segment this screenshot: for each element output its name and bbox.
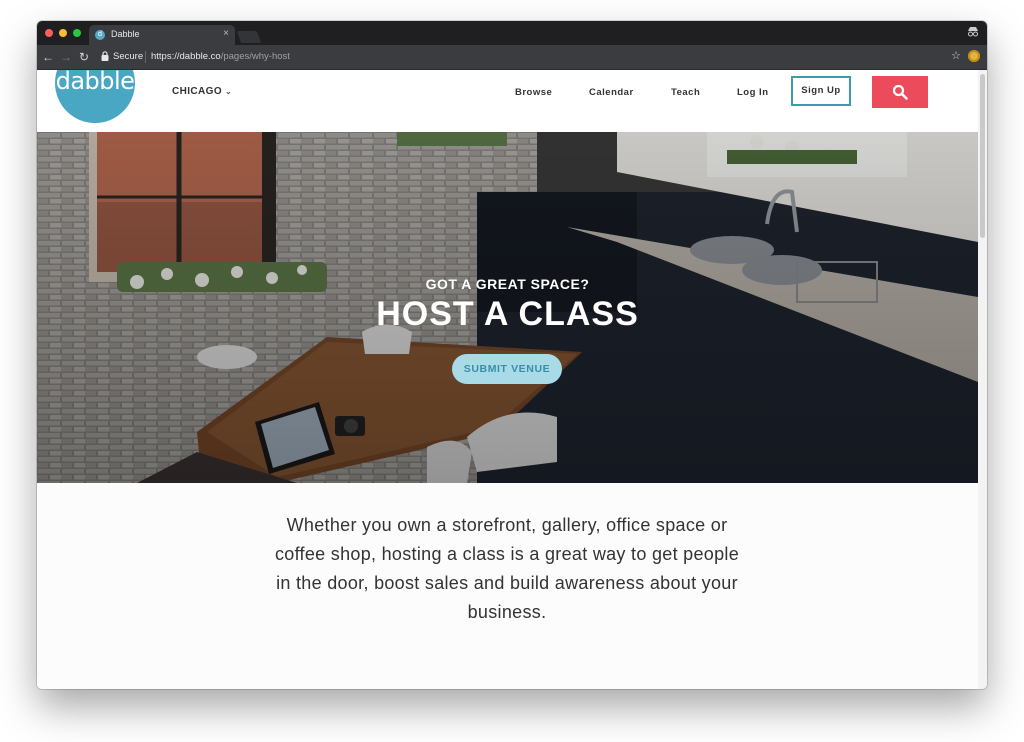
new-tab-button[interactable] (236, 31, 262, 43)
city-selector[interactable]: CHICAGO ⌄ (172, 86, 232, 97)
submit-venue-button[interactable]: SUBMIT VENUE (452, 354, 562, 384)
extension-icon[interactable] (968, 50, 980, 62)
reload-icon[interactable]: ↻ (77, 49, 91, 65)
tab-title: Dabble (111, 29, 140, 39)
signup-button[interactable]: Sign Up (791, 76, 851, 106)
nav-browse-link[interactable]: Browse (515, 87, 552, 98)
favicon-icon: d (95, 30, 105, 40)
search-button[interactable] (872, 76, 928, 108)
url-path: /pages/why-host (220, 51, 290, 62)
city-label: CHICAGO (172, 86, 223, 97)
star-icon[interactable]: ☆ (951, 49, 961, 63)
incognito-icon[interactable] (967, 26, 979, 38)
secure-label: Secure (113, 51, 144, 62)
url-text[interactable]: https://dabble.co/pages/why-host (151, 51, 290, 62)
nav-teach-link[interactable]: Teach (671, 87, 700, 98)
browser-toolbar: ← → ↻ Secure https://dabble.co/pages/why… (37, 45, 987, 70)
nav-calendar-link[interactable]: Calendar (589, 87, 634, 98)
browser-tab[interactable]: d Dabble × (89, 25, 235, 45)
nav-login-link[interactable]: Log In (737, 87, 769, 98)
search-icon (892, 84, 908, 100)
hero-eyebrow: GOT A GREAT SPACE? (425, 276, 590, 292)
intro-paragraph: Whether you own a storefront, gallery, o… (274, 515, 740, 622)
site-header: dabble CHICAGO ⌄ Browse Calendar Teach Lo… (37, 70, 978, 133)
browser-window: d Dabble × ← → ↻ Secure https://dabble.c… (37, 21, 987, 689)
logo-text: dabble (55, 70, 135, 95)
url-host: https://dabble.co (151, 51, 221, 62)
web-page: dabble CHICAGO ⌄ Browse Calendar Teach Lo… (37, 70, 987, 689)
address-separator (145, 51, 146, 63)
scrollbar-thumb[interactable] (980, 74, 985, 238)
dabble-logo[interactable]: dabble (55, 70, 135, 123)
lock-icon (101, 51, 109, 61)
page-scrollbar[interactable] (978, 70, 987, 689)
close-tab-icon[interactable]: × (223, 28, 229, 40)
address-bar[interactable]: Secure https://dabble.co/pages/why-host (95, 48, 945, 66)
minimize-window-button[interactable] (59, 29, 67, 37)
close-window-button[interactable] (45, 29, 53, 37)
back-icon[interactable]: ← (41, 49, 55, 65)
hero-section: GOT A GREAT SPACE? HOST A CLASS SUBMIT V… (37, 132, 978, 483)
maximize-window-button[interactable] (73, 29, 81, 37)
forward-icon[interactable]: → (59, 49, 73, 65)
tab-strip: d Dabble × (37, 21, 987, 45)
chevron-down-icon: ⌄ (225, 87, 233, 96)
hero-title: HOST A CLASS (376, 295, 639, 333)
